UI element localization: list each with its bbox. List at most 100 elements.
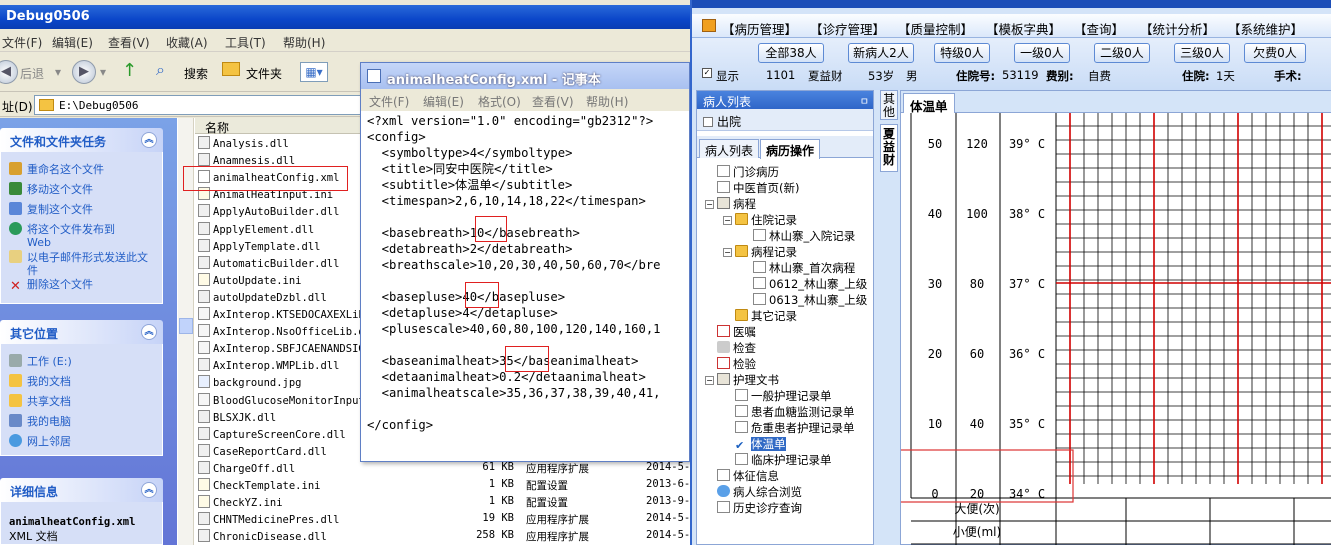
tree-node[interactable]: − 护理文书 xyxy=(705,373,779,387)
place-work-drive[interactable]: 工作 (E:) xyxy=(9,354,159,368)
side-tab-other[interactable]: 其他 xyxy=(880,90,898,120)
pin-icon[interactable]: ㅁ xyxy=(860,93,869,108)
tab-patient-list[interactable]: 病人列表 xyxy=(699,139,760,158)
filter-level1-button[interactable]: 一级0人 xyxy=(1014,43,1070,63)
place-my-computer[interactable]: 我的电脑 xyxy=(9,414,159,428)
tree-node[interactable]: 0612_林山寨_上级 xyxy=(741,277,867,291)
tree-node[interactable]: − 病程 xyxy=(705,197,756,211)
tree-node[interactable]: 检验 xyxy=(705,357,756,371)
tasks-header[interactable]: 文件和文件夹任务 ︽ xyxy=(0,128,163,152)
menu-view[interactable]: 查看(V) xyxy=(108,34,150,51)
details-header[interactable]: 详细信息 ︽ xyxy=(0,478,163,502)
app-menu-system[interactable]: 【系统维护】 xyxy=(1228,19,1303,38)
collapse-icon[interactable]: ︽ xyxy=(141,482,157,498)
tree-node[interactable]: 门诊病历 xyxy=(705,165,779,179)
back-arrow-icon[interactable]: ◀ xyxy=(0,60,18,84)
discharged-label: 出院 xyxy=(717,115,742,129)
text-line: <basepluse>40</basepluse> xyxy=(367,290,566,304)
filter-arrears-button[interactable]: 欠费0人 xyxy=(1244,43,1306,63)
app-menu-treatment[interactable]: 【诊疗管理】 xyxy=(810,19,885,38)
app-menu-quality[interactable]: 【质量控制】 xyxy=(898,19,973,38)
np-menu-format[interactable]: 格式(O) xyxy=(478,93,521,110)
app-menu-records[interactable]: 【病历管理】 xyxy=(722,19,797,38)
search-button[interactable]: 搜索 xyxy=(184,65,208,82)
tree-node[interactable]: 其它记录 xyxy=(723,309,797,323)
file-row[interactable]: ChronicDisease.dll 258 KB 应用程序扩展 2014-5- xyxy=(198,529,690,545)
notepad-title-bar[interactable]: animalheatConfig.xml - 记事本 xyxy=(361,63,689,89)
menu-edit[interactable]: 编辑(E) xyxy=(52,34,93,51)
notepad-text-area[interactable]: <?xml version="1.0" encoding="gb2312"?> <… xyxy=(367,113,689,458)
collapse-icon[interactable]: ︽ xyxy=(141,324,157,340)
np-menu-help[interactable]: 帮助(H) xyxy=(586,93,628,110)
expand-toggle-icon[interactable]: − xyxy=(723,248,732,257)
discharged-row[interactable]: 出院 xyxy=(697,109,873,131)
publish-task[interactable]: 将这个文件发布到Web xyxy=(9,222,137,249)
chart-tab[interactable]: 体温单 xyxy=(903,93,955,114)
app-menu-statistics[interactable]: 【统计分析】 xyxy=(1140,19,1215,38)
file-row[interactable]: ChargeOff.dll 61 KB 应用程序扩展 2014-5- xyxy=(198,460,690,478)
tree-node[interactable]: 林山寨_入院记录 xyxy=(741,229,855,243)
move-task[interactable]: 移动这个文件 xyxy=(9,182,159,196)
folders-button[interactable]: 文件夹 xyxy=(246,65,282,82)
filter-level2-button[interactable]: 二级0人 xyxy=(1094,43,1150,63)
tree-node[interactable]: 医嘱 xyxy=(705,325,756,339)
tree-node[interactable]: 检查 xyxy=(705,341,756,355)
place-shared-documents[interactable]: 共享文档 xyxy=(9,394,159,408)
folders-icon[interactable] xyxy=(222,62,240,76)
tree-node[interactable]: 0613_林山寨_上级 xyxy=(741,293,867,307)
filter-special-button[interactable]: 特级0人 xyxy=(934,43,990,63)
np-menu-view[interactable]: 查看(V) xyxy=(532,93,574,110)
file-row[interactable]: CHNTMedicinePres.dll 19 KB 应用程序扩展 2014-5- xyxy=(198,512,690,529)
delete-task[interactable]: ✕ 删除这个文件 xyxy=(9,278,159,293)
forward-arrow-icon[interactable]: ▶ xyxy=(72,60,96,84)
forward-dropdown-icon[interactable]: ▾ xyxy=(100,65,106,79)
copy-task[interactable]: 复制这个文件 xyxy=(9,202,159,216)
np-menu-file[interactable]: 文件(F) xyxy=(369,93,409,110)
collapse-icon[interactable]: ︽ xyxy=(141,132,157,148)
app-menu-query[interactable]: 【查询】 xyxy=(1074,19,1124,38)
file-row[interactable]: CheckTemplate.ini 1 KB 配置设置 2013-6- xyxy=(198,478,690,495)
side-tab-patient[interactable]: 夏益财 xyxy=(880,124,898,172)
tree-node[interactable]: − 住院记录 xyxy=(723,213,797,227)
views-icon[interactable]: ▦▾ xyxy=(300,62,328,82)
expand-toggle-icon[interactable]: − xyxy=(705,200,714,209)
np-menu-edit[interactable]: 编辑(E) xyxy=(423,93,464,110)
file-type: 配置设置 xyxy=(526,497,568,510)
app-menu-templates[interactable]: 【模板字典】 xyxy=(986,19,1061,38)
back-button[interactable]: 后退 xyxy=(20,65,44,82)
back-dropdown-icon[interactable]: ▾ xyxy=(55,65,61,79)
filter-all-button[interactable]: 全部38人 xyxy=(758,43,824,63)
menu-help[interactable]: 帮助(H) xyxy=(283,34,325,51)
tree-node[interactable]: 中医首页(新) xyxy=(705,181,799,195)
file-row[interactable]: CheckYZ.ini 1 KB 配置设置 2013-9- xyxy=(198,495,690,512)
filter-new-button[interactable]: 新病人2人 xyxy=(848,43,914,63)
scroll-thumb[interactable] xyxy=(179,318,193,334)
up-folder-icon[interactable]: ↑ xyxy=(122,60,137,81)
tree-node[interactable]: 一般护理记录单 xyxy=(723,389,832,403)
place-my-documents[interactable]: 我的文档 xyxy=(9,374,159,388)
tree-node[interactable]: 患者血糖监测记录单 xyxy=(723,405,855,419)
tab-record-operations[interactable]: 病历操作 xyxy=(760,139,821,159)
place-network[interactable]: 网上邻居 xyxy=(9,434,159,448)
tree-node[interactable]: 历史诊疗查询 xyxy=(705,501,802,515)
tree-node[interactable]: 临床护理记录单 xyxy=(723,453,832,467)
expand-toggle-icon[interactable]: − xyxy=(723,216,732,225)
tree-node[interactable]: ✔ 体温单 xyxy=(723,437,786,452)
menu-file[interactable]: 文件(F) xyxy=(2,34,42,51)
filter-level3-button[interactable]: 三级0人 xyxy=(1174,43,1230,63)
tree-node[interactable]: 体征信息 xyxy=(705,469,779,483)
show-checkbox[interactable]: ✓ xyxy=(702,68,712,78)
tree-node[interactable]: 林山寨_首次病程 xyxy=(741,261,855,275)
tree-node[interactable]: 危重患者护理记录单 xyxy=(723,421,855,435)
menu-favorites[interactable]: 收藏(A) xyxy=(166,34,208,51)
menu-tools[interactable]: 工具(T) xyxy=(225,34,266,51)
places-header[interactable]: 其它位置 ︽ xyxy=(0,320,163,344)
tree-node[interactable]: 病人综合浏览 xyxy=(705,485,802,499)
expand-toggle-icon[interactable]: − xyxy=(705,376,714,385)
email-task[interactable]: 以电子邮件形式发送此文件 xyxy=(9,250,149,277)
address-input[interactable]: E:\Debug0506 xyxy=(34,95,364,115)
rename-task[interactable]: 重命名这个文件 xyxy=(9,162,159,176)
tree-node[interactable]: − 病程记录 xyxy=(723,245,797,259)
discharged-checkbox[interactable] xyxy=(703,117,713,127)
search-icon[interactable]: ⌕ xyxy=(156,60,165,80)
